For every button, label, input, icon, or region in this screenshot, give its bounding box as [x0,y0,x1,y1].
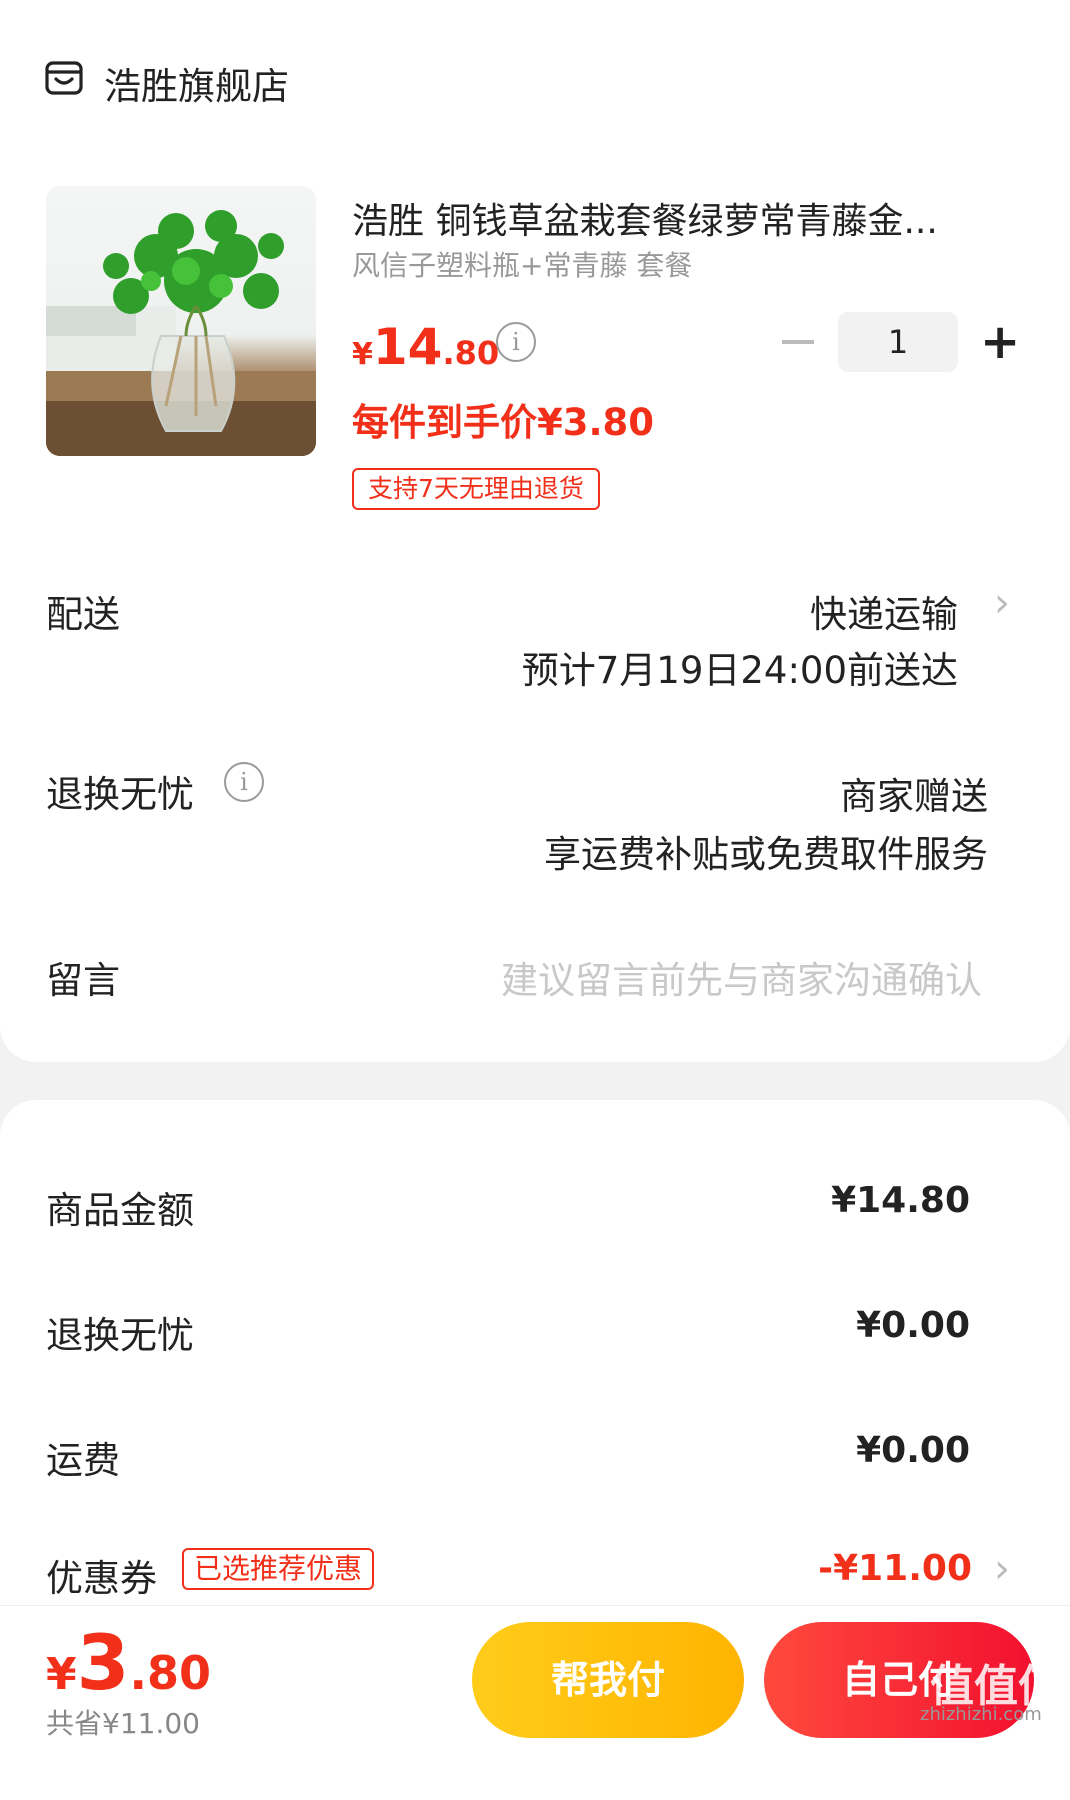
total-saved: 共省¥11.00 [46,1707,200,1740]
total-price: ¥3.80 [46,1618,211,1707]
return-policy-badge: 支持7天无理由退货 [352,468,600,510]
message-label: 留言 [46,959,120,1002]
return-worry-value: 商家赠送 [840,775,988,818]
return-worry-info-icon[interactable]: i [224,762,264,802]
total-currency: ¥ [46,1649,77,1700]
quantity-increase-button[interactable]: + [980,318,1020,366]
coupon-value[interactable]: -¥11.00 [818,1548,972,1589]
shipping-label: 运费 [46,1439,120,1482]
coupon-selected-badge: 已选推荐优惠 [182,1548,375,1590]
delivery-label: 配送 [46,593,120,636]
product-image-art [46,210,316,456]
delivery-eta: 预计7月19日24:00前送达 [521,649,958,692]
quantity-decrease-button[interactable] [782,340,814,344]
price-currency: ¥ [352,337,373,372]
watermark-url: zhizhizhi.com [920,1704,1042,1725]
product-title[interactable]: 浩胜 铜钱草盆栽套餐绿萝常青藤金... [352,192,992,244]
goods-amount-value: ¥14.80 [831,1180,970,1221]
price-info-icon[interactable]: i [496,322,536,362]
product-image[interactable] [46,186,316,456]
message-input[interactable]: 建议留言前先与商家沟通确认 [501,950,982,1004]
unit-price: 每件到手价¥3.80 [352,401,655,444]
coupon-label: 优惠券 [46,1557,157,1600]
help-pay-button[interactable]: 帮我付 [472,1622,744,1738]
order-card [0,0,1070,1062]
goods-amount-label: 商品金额 [46,1189,194,1232]
return-fee-value: ¥0.00 [856,1305,970,1346]
price-decimal: .80 [442,334,500,372]
shop-icon [45,61,83,95]
chevron-right-icon[interactable]: › [994,580,1010,626]
total-decimal: .80 [129,1646,212,1700]
chevron-right-icon[interactable]: › [994,1546,1010,1592]
delivery-method[interactable]: 快递运输 [810,584,958,638]
product-price: ¥14.80 [352,318,499,376]
return-worry-desc: 享运费补贴或免费取件服务 [544,833,988,876]
price-integer: 14 [372,318,443,376]
shop-name[interactable]: 浩胜旗舰店 [104,56,289,110]
return-fee-label: 退换无忧 [46,1314,194,1357]
quantity-input[interactable]: 1 [838,312,958,372]
product-spec[interactable]: 风信子塑料瓶+常青藤 套餐 [352,244,692,284]
return-worry-label: 退换无忧 [46,773,194,816]
shipping-value: ¥0.00 [856,1430,970,1471]
total-integer: 3 [76,1618,130,1707]
